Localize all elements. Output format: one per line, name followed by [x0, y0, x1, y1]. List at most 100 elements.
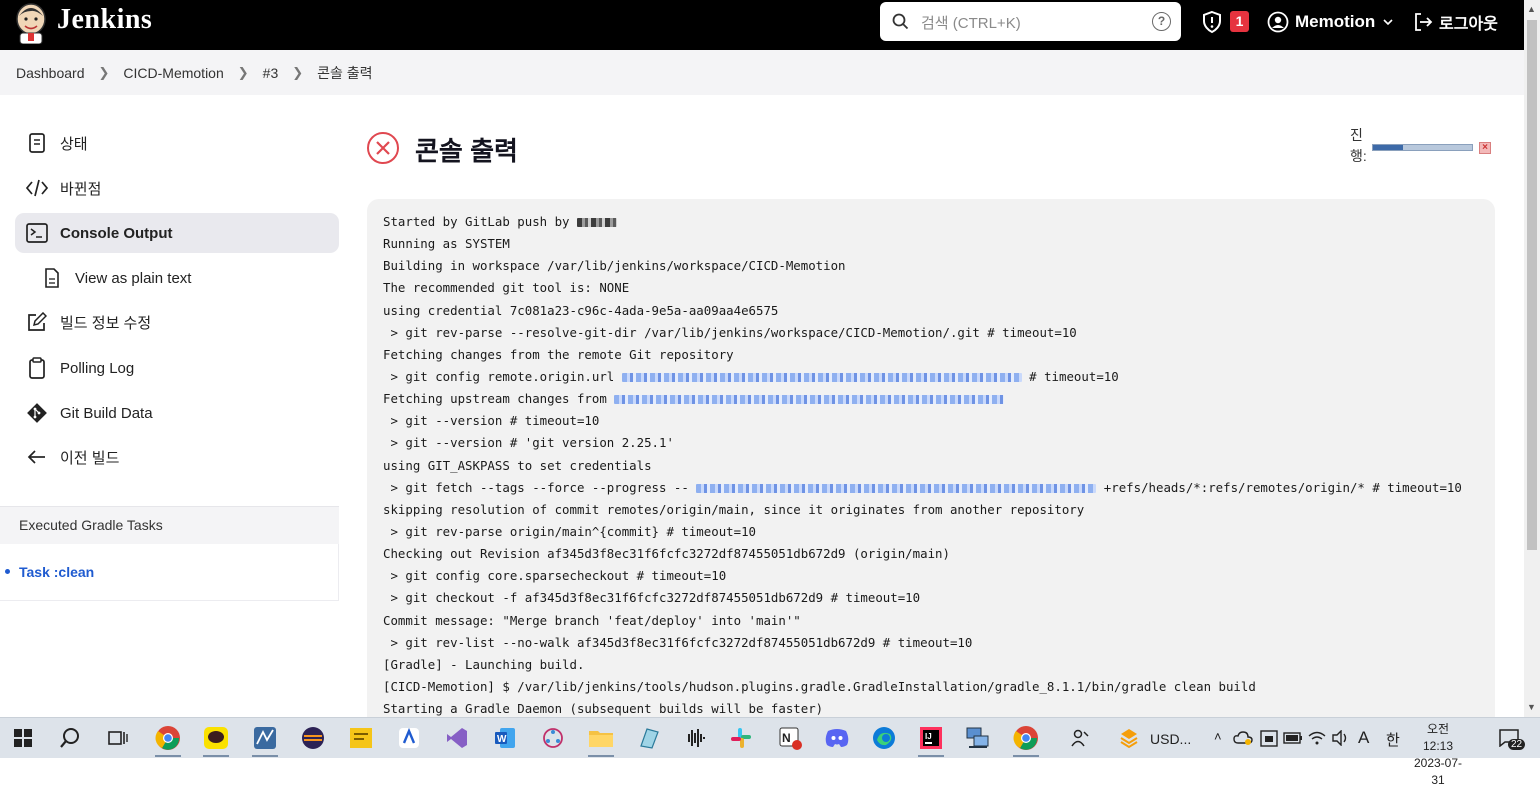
console-line-text: Building in workspace /var/lib/jenkins/w…	[383, 258, 846, 274]
scroll-up-icon[interactable]: ▲	[1527, 4, 1536, 14]
progress-label: 진행:	[1350, 127, 1367, 164]
sidebar-item-label: 이전 빌드	[60, 449, 120, 467]
search-icon	[892, 13, 909, 30]
sidebar-item-edit-build-info[interactable]: 빌드 정보 수정	[15, 302, 339, 342]
audio-app-icon[interactable]	[680, 723, 710, 753]
brand-title[interactable]: Jenkins	[57, 4, 152, 36]
network-app-icon[interactable]	[538, 723, 568, 753]
currency-icon[interactable]	[1114, 723, 1144, 753]
console-line-text: Checking out Revision af345d3f8ec31f6fcf…	[383, 546, 950, 562]
console-line: > git --version # timeout=10	[383, 410, 1495, 432]
tray-currency-text[interactable]: USD...	[1150, 731, 1191, 747]
chevron-right-icon: ❯	[292, 64, 304, 80]
console-line: > git checkout -f af345d3f8ec31f6fcfc327…	[383, 587, 1495, 609]
sidebar-item-label: 빌드 정보 수정	[60, 314, 152, 332]
calendar-tray-icon[interactable]	[1258, 723, 1280, 753]
breadcrumb-project[interactable]: CICD-Memotion	[123, 65, 223, 81]
windows-start-icon[interactable]	[8, 723, 38, 753]
svg-text:W: W	[497, 734, 507, 745]
console-line: Fetching changes from the remote Git rep…	[383, 344, 1495, 366]
edge-icon[interactable]	[869, 723, 899, 753]
sidebar-item-label: Console Output	[60, 224, 173, 242]
security-badge[interactable]: 1	[1230, 11, 1249, 32]
bullet-icon	[5, 568, 10, 574]
sidebar-item-status[interactable]: 상태	[15, 123, 339, 163]
sidebar-item-git-build-data[interactable]: Git Build Data	[15, 393, 339, 433]
battery-icon[interactable]	[1282, 723, 1304, 753]
discord-icon[interactable]	[822, 723, 852, 753]
hancom-icon[interactable]	[394, 723, 424, 753]
chrome-profile-icon[interactable]	[1011, 723, 1041, 757]
shield-icon[interactable]	[1200, 10, 1224, 34]
help-icon[interactable]: ?	[1152, 12, 1171, 31]
scroll-down-icon[interactable]: ▼	[1527, 702, 1536, 712]
console-line-text: [CICD-Memotion] $ /var/lib/jenkins/tools…	[383, 678, 1256, 694]
jenkins-logo-icon[interactable]	[14, 2, 48, 45]
console-line: > git fetch --tags --force --progress --…	[383, 477, 1495, 499]
search-input[interactable]: 검색 (CTRL+K)	[921, 12, 1021, 33]
console-output: Started by GitLab push by Running as SYS…	[367, 199, 1495, 729]
volume-icon[interactable]	[1330, 723, 1352, 753]
intellij-icon[interactable]: IJ	[916, 723, 946, 757]
console-line-text: Running as SYSTEM	[383, 236, 510, 252]
sticky-notes-icon[interactable]	[346, 723, 376, 753]
console-line: Checking out Revision af345d3f8ec31f6fcf…	[383, 543, 1495, 565]
file-explorer-icon[interactable]	[586, 723, 616, 757]
scroll-thumb[interactable]	[1527, 20, 1537, 550]
active-indicator	[252, 755, 278, 757]
console-line-text: > git --version # timeout=10	[383, 413, 600, 429]
gradle-task-link[interactable]: Task :clean	[5, 564, 94, 580]
cloud-sync-icon[interactable]	[1232, 723, 1254, 753]
user-name: Memotion	[1295, 12, 1376, 31]
notepad-icon[interactable]	[634, 723, 664, 753]
word-icon[interactable]: W	[490, 723, 520, 753]
breadcrumb-dashboard[interactable]: Dashboard	[16, 65, 85, 81]
console-line: > git config remote.origin.url # timeout…	[383, 366, 1495, 388]
visual-studio-icon[interactable]	[442, 723, 472, 753]
top-header: Jenkins 검색 (CTRL+K) ? 1 Memotion 로그아웃	[0, 0, 1524, 50]
user-menu[interactable]: Memotion	[1267, 10, 1393, 34]
gradle-tasks-header: Executed Gradle Tasks	[0, 506, 339, 544]
sidebar-item-console-output[interactable]: Console Output	[15, 213, 339, 253]
clipboard-icon	[25, 356, 49, 380]
slack-icon[interactable]	[726, 723, 756, 753]
chrome-icon[interactable]	[153, 723, 183, 757]
active-indicator	[203, 755, 229, 757]
ime-indicator[interactable]: A	[1358, 728, 1369, 748]
breadcrumb-build[interactable]: #3	[263, 65, 279, 81]
sidebar-item-changes[interactable]: 바뀐점	[15, 168, 339, 208]
arrow-left-icon	[25, 445, 49, 469]
svg-text:IJ: IJ	[925, 732, 932, 741]
wifi-icon[interactable]	[1306, 723, 1328, 753]
remote-desktop-icon[interactable]	[963, 723, 993, 753]
system-clock[interactable]: 오전 12:13 2023-07-31	[1412, 721, 1464, 789]
breadcrumb-console[interactable]: 콘솔 출력	[317, 63, 372, 83]
console-line-text: The recommended git tool is: NONE	[383, 280, 630, 296]
people-icon[interactable]	[1066, 723, 1096, 753]
stop-build-icon[interactable]: ×	[1479, 142, 1491, 154]
console-line-text: > git checkout -f af345d3f8ec31f6fcfc327…	[383, 590, 921, 606]
mysql-workbench-icon[interactable]	[250, 723, 280, 757]
sidebar-item-plain-text[interactable]: View as plain text	[30, 258, 330, 298]
sidebar-item-previous-build[interactable]: 이전 빌드	[15, 437, 339, 477]
active-indicator	[1013, 755, 1039, 757]
console-line: Commit message: "Merge branch 'feat/depl…	[383, 610, 1495, 632]
logout-button[interactable]: 로그아웃	[1412, 10, 1498, 34]
eclipse-icon[interactable]	[298, 723, 328, 753]
search-box[interactable]: 검색 (CTRL+K) ?	[880, 2, 1181, 41]
task-view-icon[interactable]	[103, 723, 133, 753]
outlook-icon[interactable]: N	[775, 723, 805, 753]
console-line: Fetching upstream changes from	[383, 388, 1495, 410]
redacted-value	[614, 395, 1005, 405]
kakaotalk-icon[interactable]	[201, 723, 231, 757]
page-scrollbar[interactable]: ▲ ▼	[1524, 0, 1540, 717]
console-line-text: using credential 7c081a23-c96c-4ada-9e5a…	[383, 302, 779, 318]
console-line: The recommended git tool is: NONE	[383, 277, 1495, 299]
console-line-text: Commit message: "Merge branch 'feat/depl…	[383, 612, 801, 628]
console-line-text: > git fetch --tags --force --progress --	[383, 479, 697, 495]
search-icon[interactable]	[55, 723, 85, 753]
language-indicator[interactable]: 한	[1386, 729, 1400, 750]
sidebar-item-polling-log[interactable]: Polling Log	[15, 348, 339, 388]
chevron-up-icon[interactable]: ˄	[1214, 729, 1222, 744]
document-icon	[25, 131, 49, 155]
